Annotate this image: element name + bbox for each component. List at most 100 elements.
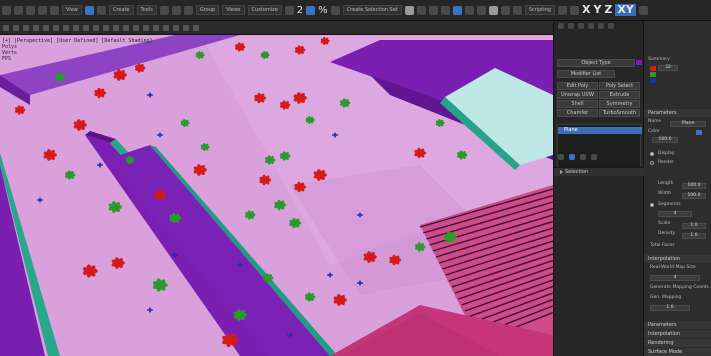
axis-x-button[interactable]: X — [582, 4, 590, 16]
field-value-3[interactable]: 4 — [650, 275, 700, 281]
layer-icon[interactable] — [428, 5, 438, 15]
select-object-icon[interactable] — [84, 5, 94, 15]
ribbon-icon[interactable] — [123, 24, 129, 31]
motion-tab-icon[interactable] — [588, 23, 594, 29]
modifier-stack[interactable]: Plane — [557, 124, 642, 171]
viewport-label[interactable]: [+] [Perspective] [User Defined] [Defaul… — [2, 38, 153, 62]
radio-button[interactable] — [650, 203, 654, 207]
percent-snap-toggle[interactable]: % — [318, 5, 328, 16]
ribbon-icon[interactable] — [43, 24, 49, 31]
scale-field[interactable]: 1.0 — [682, 223, 706, 229]
radio-button[interactable] — [650, 152, 654, 156]
ribbon-icon[interactable] — [173, 24, 179, 31]
ribbon-icon[interactable] — [83, 24, 89, 31]
axis-xy-button[interactable]: XY — [615, 4, 636, 16]
hierarchy-tab-icon[interactable] — [578, 23, 584, 29]
pivot-icon[interactable] — [284, 5, 294, 15]
menu-group[interactable]: Group — [195, 5, 220, 15]
mirror-icon[interactable] — [404, 5, 414, 15]
ribbon-icon[interactable] — [3, 24, 9, 31]
modifier-stack-item-selected[interactable]: Plane — [558, 127, 642, 134]
mod-button-shell[interactable]: Shell — [557, 100, 598, 108]
bind-icon[interactable] — [50, 5, 59, 15]
section-rendering[interactable]: Rendering — [644, 339, 711, 347]
section-interpolation-2[interactable]: Interpolation — [644, 330, 711, 338]
move-icon[interactable] — [159, 5, 169, 15]
mod-button-symmetry[interactable]: Symmetry — [599, 100, 640, 108]
segments-field[interactable]: 4 — [658, 211, 692, 217]
align-icon[interactable] — [416, 5, 426, 15]
ribbon-icon[interactable] — [183, 24, 189, 31]
object-type-field[interactable]: Object Type — [557, 59, 635, 67]
rotate-icon[interactable] — [171, 5, 181, 15]
select-by-name-icon[interactable] — [96, 5, 106, 15]
ribbon-icon[interactable] — [63, 24, 69, 31]
material-editor-icon[interactable] — [452, 5, 462, 15]
wire-color-swatch[interactable] — [696, 130, 702, 135]
density-field[interactable]: 1.0 — [682, 233, 706, 239]
mod-button-chamfer[interactable]: Chamfer — [557, 109, 598, 117]
ribbon-icon[interactable] — [163, 24, 169, 31]
length-value-field[interactable]: 100.0 — [682, 183, 706, 189]
ribbon-icon[interactable] — [103, 24, 109, 31]
menu-views[interactable]: Views — [222, 5, 245, 15]
menu-create[interactable]: Create — [108, 5, 134, 15]
ribbon-icon[interactable] — [73, 24, 79, 31]
render-setup-icon[interactable] — [464, 5, 474, 15]
scene-render[interactable] — [0, 35, 553, 356]
menu-tools[interactable]: Tools — [136, 5, 157, 15]
axis-z-button[interactable]: Z — [604, 4, 612, 16]
constraint-icon[interactable] — [638, 5, 648, 15]
render-frame-icon[interactable] — [476, 5, 486, 15]
snap-toggle[interactable]: 2 — [297, 5, 303, 16]
ribbon-icon[interactable] — [113, 24, 119, 31]
angle-snap-icon[interactable] — [306, 5, 316, 15]
teapot-icon[interactable] — [500, 5, 510, 15]
width-value-field[interactable]: 100.0 — [682, 193, 706, 199]
ribbon-icon[interactable] — [93, 24, 99, 31]
create-tab-icon[interactable] — [558, 23, 564, 29]
menu-customize[interactable]: Customize — [247, 5, 282, 15]
ribbon-icon[interactable] — [193, 24, 199, 31]
display-tab-icon[interactable] — [598, 23, 604, 29]
modifier-list-dropdown[interactable]: Modifier List — [557, 70, 615, 78]
axis-y-button[interactable]: Y — [593, 4, 601, 16]
length-field[interactable]: 100.0 — [652, 137, 678, 143]
radio-button[interactable] — [650, 161, 654, 165]
name-field[interactable]: Plane — [670, 121, 706, 127]
parameters-section-header[interactable]: Parameters — [644, 109, 711, 117]
modify-tab-icon[interactable] — [568, 23, 574, 29]
camera-icon[interactable] — [569, 5, 579, 15]
mod-button-edit-poly[interactable]: Edit Poly — [557, 82, 598, 90]
undo-icon[interactable] — [2, 5, 11, 15]
show-end-result-icon[interactable] — [569, 154, 575, 160]
ribbon-icon[interactable] — [13, 24, 19, 31]
selection-set-dropdown[interactable]: Create Selection Set — [342, 5, 402, 15]
object-color-swatch[interactable] — [636, 60, 642, 65]
remove-modifier-icon[interactable] — [591, 154, 597, 160]
spinner-snap-icon[interactable] — [330, 5, 340, 15]
color-swatch-red[interactable] — [650, 66, 656, 71]
section-surface-mode[interactable]: Surface Mode — [644, 348, 711, 356]
ribbon-icon[interactable] — [153, 24, 159, 31]
pin-stack-icon[interactable] — [558, 154, 564, 160]
ribbon-icon[interactable] — [143, 24, 149, 31]
ribbon-icon[interactable] — [53, 24, 59, 31]
menu-scripting[interactable]: Scripting — [524, 5, 555, 15]
color-swatch-blue[interactable] — [650, 78, 656, 83]
perspective-viewport[interactable]: [+] [Perspective] [User Defined] [Defaul… — [0, 35, 553, 356]
ribbon-icon[interactable] — [33, 24, 39, 31]
section-parameters[interactable]: Parameters — [644, 321, 711, 329]
utilities-tab-icon[interactable] — [608, 23, 614, 29]
section-interpolation[interactable]: Interpolation — [644, 255, 711, 263]
unlink-icon[interactable] — [38, 5, 47, 15]
mod-button-unwrap[interactable]: Unwrap UVW — [557, 91, 598, 99]
field-value-4[interactable]: 1.0 — [650, 305, 690, 311]
link-icon[interactable] — [26, 5, 35, 15]
render-icon[interactable] — [488, 5, 498, 15]
make-unique-icon[interactable] — [580, 154, 586, 160]
scale-icon[interactable] — [183, 5, 193, 15]
ribbon-icon[interactable] — [23, 24, 29, 31]
environment-icon[interactable] — [512, 5, 522, 15]
graph-editor-icon[interactable] — [440, 5, 450, 15]
